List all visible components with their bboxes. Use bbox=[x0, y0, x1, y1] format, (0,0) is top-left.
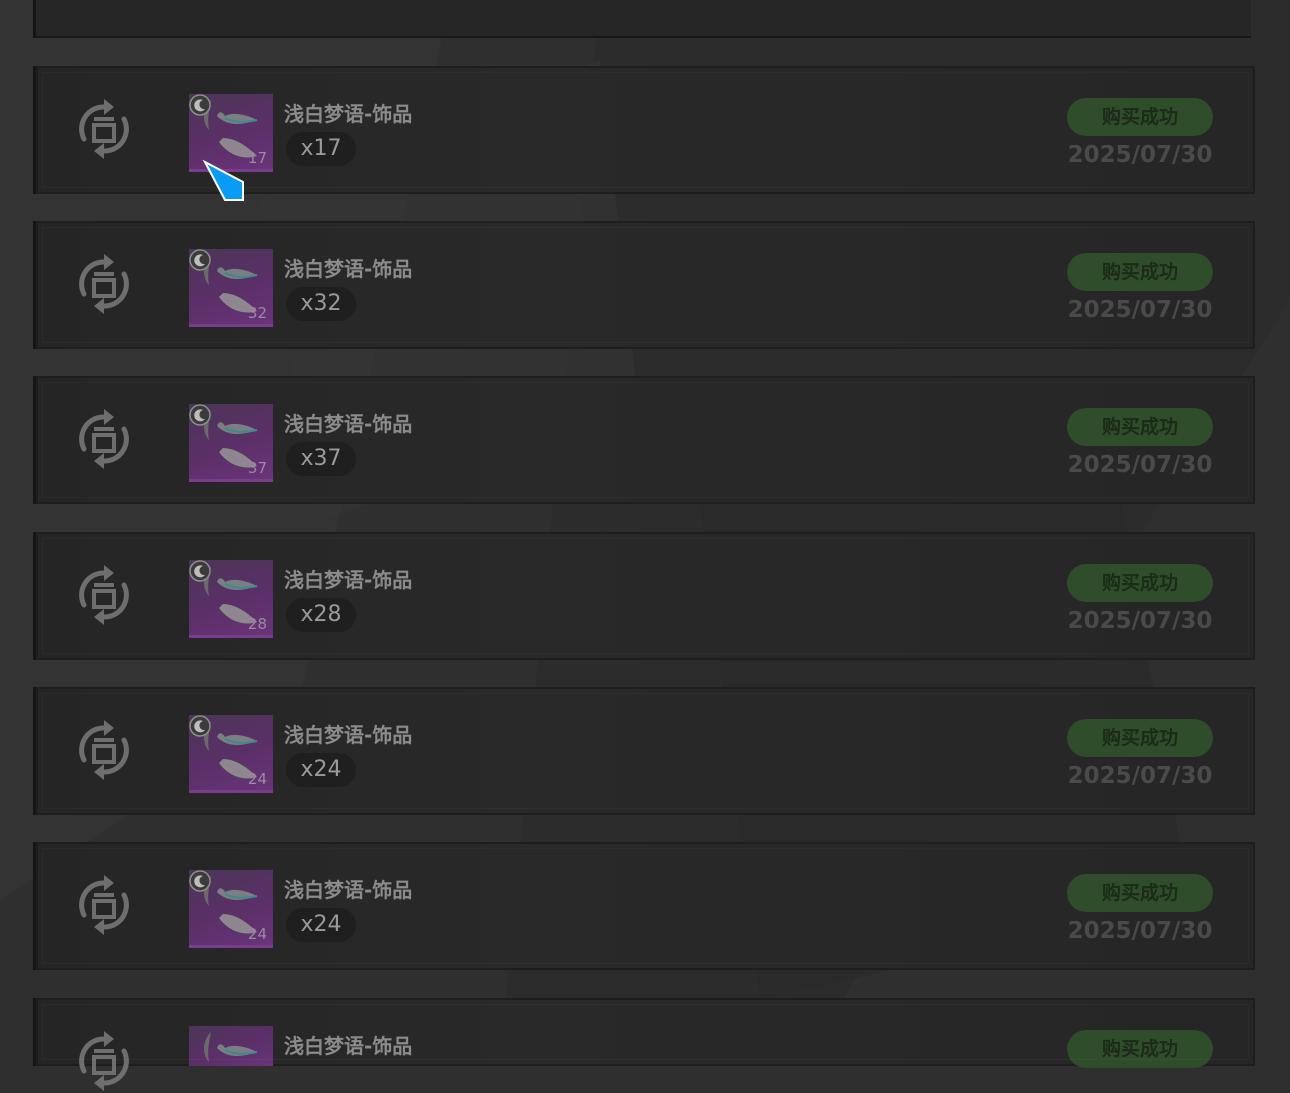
thumbnail-count: 17 bbox=[247, 149, 267, 167]
purchase-record-row[interactable]: 24 浅白梦语-饰品 x24 购买成功 2025/07/30 bbox=[33, 687, 1255, 815]
quantity-badge: x32 bbox=[286, 287, 356, 321]
refresh-cycle-icon bbox=[79, 1031, 129, 1091]
item-name: 浅白梦语-饰品 bbox=[284, 102, 413, 126]
purchase-record-row[interactable]: 37 浅白梦语-饰品 x37 购买成功 2025/07/30 bbox=[33, 376, 1255, 504]
item-name: 浅白梦语-饰品 bbox=[284, 878, 413, 902]
moon-badge-icon bbox=[189, 560, 211, 582]
moon-badge-icon bbox=[189, 404, 211, 426]
thumbnail-count: 32 bbox=[247, 304, 267, 322]
purchase-record-row[interactable]: 32 浅白梦语-饰品 x32 购买成功 2025/07/30 bbox=[33, 221, 1255, 349]
purchase-record-row[interactable]: 28 浅白梦语-饰品 x28 购买成功 2025/07/30 bbox=[33, 532, 1255, 660]
item-name: 浅白梦语-饰品 bbox=[284, 257, 413, 281]
status-badge: 购买成功 bbox=[1067, 408, 1213, 446]
item-thumbnail[interactable]: 24 bbox=[189, 715, 273, 793]
status-badge: 购买成功 bbox=[1067, 98, 1213, 136]
refresh-cycle-icon bbox=[79, 875, 129, 935]
moon-badge-icon bbox=[189, 94, 211, 116]
quantity-badge: x28 bbox=[286, 598, 356, 632]
list-item-partial bbox=[33, 0, 1251, 38]
status-badge: 购买成功 bbox=[1067, 253, 1213, 291]
status-badge: 购买成功 bbox=[1067, 1030, 1213, 1068]
thumbnail-count: 28 bbox=[247, 615, 267, 633]
item-name: 浅白梦语-饰品 bbox=[284, 1034, 413, 1058]
refresh-cycle-icon bbox=[79, 565, 129, 625]
item-thumbnail[interactable]: 28 bbox=[189, 560, 273, 638]
moon-badge-icon bbox=[189, 870, 211, 892]
item-name: 浅白梦语-饰品 bbox=[284, 568, 413, 592]
item-thumbnail[interactable] bbox=[189, 1026, 273, 1066]
purchase-record-row[interactable]: 浅白梦语-饰品 购买成功 bbox=[33, 998, 1255, 1091]
purchase-date: 2025/07/30 bbox=[1067, 297, 1213, 323]
thumbnail-count: 24 bbox=[247, 925, 267, 943]
moon-badge-icon bbox=[189, 249, 211, 271]
refresh-cycle-icon bbox=[79, 409, 129, 469]
pointer-cursor-icon bbox=[203, 160, 244, 201]
item-thumbnail[interactable]: 32 bbox=[189, 249, 273, 327]
thumbnail-count: 24 bbox=[247, 770, 267, 788]
purchase-date: 2025/07/30 bbox=[1067, 918, 1213, 944]
quantity-badge: x24 bbox=[286, 908, 356, 942]
purchase-date: 2025/07/30 bbox=[1067, 608, 1213, 634]
item-thumbnail[interactable]: 37 bbox=[189, 404, 273, 482]
quantity-badge: x17 bbox=[286, 132, 356, 166]
refresh-cycle-icon bbox=[79, 99, 129, 159]
quantity-badge: x24 bbox=[286, 753, 356, 787]
leaf-ornament-icon bbox=[204, 1032, 258, 1062]
status-badge: 购买成功 bbox=[1067, 564, 1213, 602]
item-thumbnail[interactable]: 24 bbox=[189, 870, 273, 948]
refresh-cycle-icon bbox=[79, 720, 129, 780]
purchase-record-row[interactable]: 24 浅白梦语-饰品 x24 购买成功 2025/07/30 bbox=[33, 842, 1255, 970]
status-badge: 购买成功 bbox=[1067, 874, 1213, 912]
thumbnail-count: 37 bbox=[247, 459, 267, 477]
purchase-date: 2025/07/30 bbox=[1067, 763, 1213, 789]
item-name: 浅白梦语-饰品 bbox=[284, 723, 413, 747]
purchase-date: 2025/07/30 bbox=[1067, 142, 1213, 168]
refresh-cycle-icon bbox=[79, 254, 129, 314]
moon-badge-icon bbox=[189, 715, 211, 737]
purchase-history-list[interactable]: 17 浅白梦语-饰品 x17 购买成功 2025/07/30 32 浅白梦语-饰… bbox=[0, 0, 1290, 1091]
quantity-badge: x37 bbox=[286, 442, 356, 476]
purchase-date: 2025/07/30 bbox=[1067, 452, 1213, 478]
item-name: 浅白梦语-饰品 bbox=[284, 412, 413, 436]
status-badge: 购买成功 bbox=[1067, 719, 1213, 757]
